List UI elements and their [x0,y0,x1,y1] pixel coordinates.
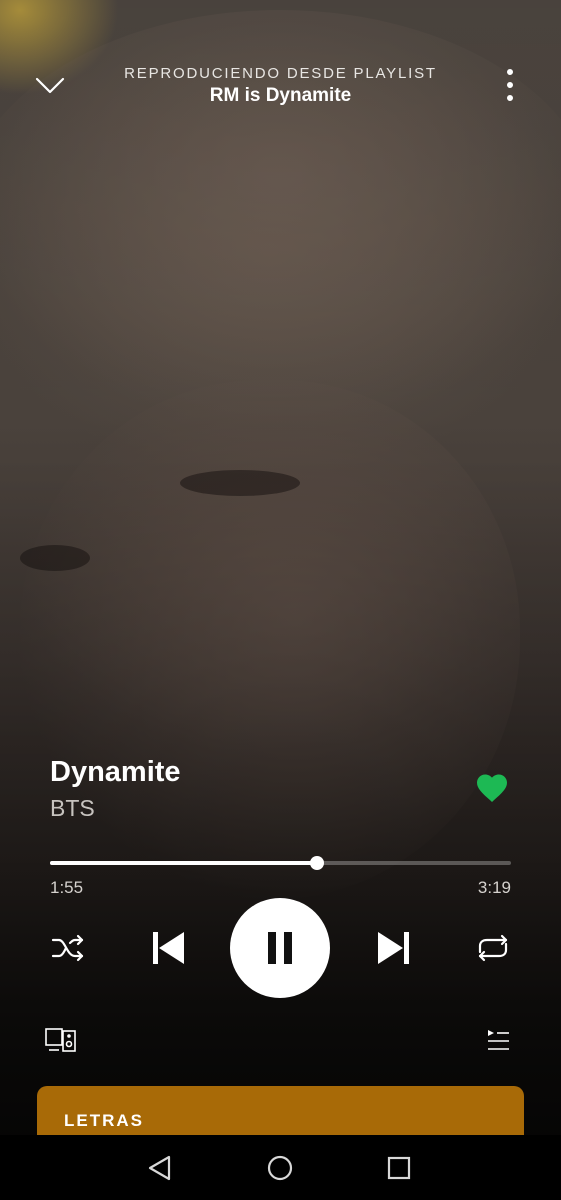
heart-icon[interactable] [474,770,510,806]
shuffle-icon[interactable] [50,932,86,964]
back-triangle-icon[interactable] [147,1155,173,1181]
recents-square-icon[interactable] [387,1156,411,1180]
playlist-name[interactable]: RM is Dynamite [0,85,561,107]
devices-icon[interactable] [45,1027,77,1053]
playing-from-label: REPRODUCIENDO DESDE PLAYLIST [124,65,437,82]
player-header: REPRODUCIENDO DESDE PLAYLIST RM is Dynam… [0,55,561,115]
elapsed-time: 1:55 [50,878,84,897]
more-vertical-icon[interactable] [498,67,522,103]
total-time: 3:19 [477,878,511,897]
skip-previous-icon[interactable] [150,930,186,966]
skip-next-icon[interactable] [376,930,412,966]
progress-fill [50,861,318,865]
home-circle-icon[interactable] [267,1155,293,1181]
track-title[interactable]: Dynamite [50,756,181,789]
queue-icon[interactable] [486,1028,510,1052]
pause-icon [268,932,292,964]
pause-button[interactable] [230,898,330,998]
now-playing-screen: REPRODUCIENDO DESDE PLAYLIST RM is Dynam… [0,0,561,1200]
track-artist[interactable]: BTS [50,795,95,822]
lyrics-label: LETRAS [64,1111,144,1130]
progress-bar[interactable] [50,856,511,870]
repeat-icon[interactable] [474,932,512,964]
system-nav-bar [0,1135,561,1200]
